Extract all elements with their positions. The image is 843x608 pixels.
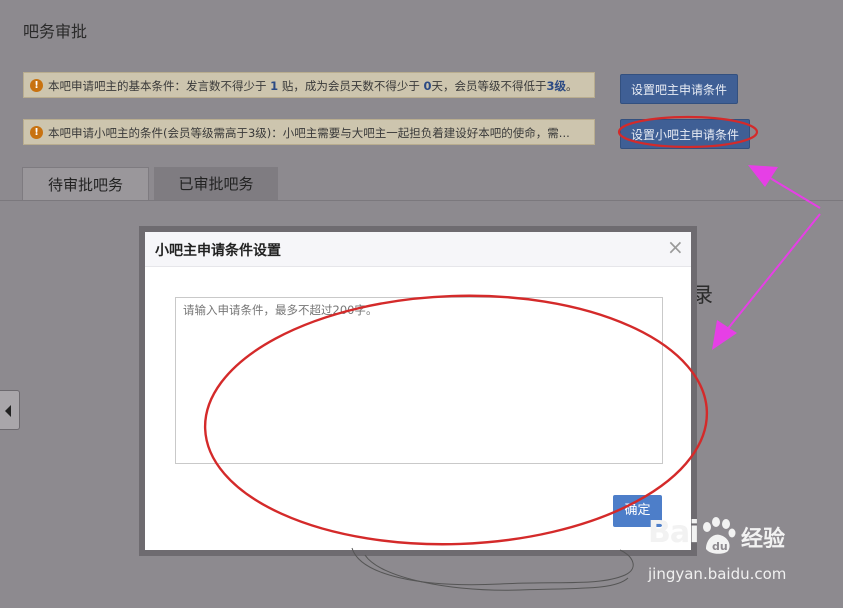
set-owner-conditions-button[interactable]: 设置吧主申请条件 <box>620 74 738 104</box>
watermark-brand-cn: 经验 <box>741 527 786 552</box>
baidu-jingyan-watermark: Bai du 经验 jingyan.baidu.com <box>648 515 838 595</box>
warning-icon: ! <box>30 79 43 92</box>
warning-icon: ! <box>30 126 43 139</box>
small-owner-conditions-dialog: 小吧主申请条件设置 × 确定 <box>145 232 691 550</box>
set-small-owner-conditions-button[interactable]: 设置小吧主申请条件 <box>620 119 750 149</box>
tab-divider <box>0 200 843 201</box>
arrow-line-to-dialog <box>721 213 821 337</box>
watermark-url: jingyan.baidu.com <box>648 565 787 583</box>
page-title: 吧务审批 <box>23 22 88 41</box>
small-owner-conditions-notice: ! 本吧申请小吧主的条件(会员等级需高于3级)：小吧主需要与大吧主一起担负着建设… <box>23 119 595 145</box>
close-icon[interactable]: × <box>667 237 684 257</box>
page: 吧务审批 ! 本吧申请吧主的基本条件：发言数不得少于 1 贴，成为会员天数不得少… <box>0 0 843 608</box>
owner-conditions-notice: ! 本吧申请吧主的基本条件：发言数不得少于 1 贴，成为会员天数不得少于 0天，… <box>23 72 595 98</box>
arrow-head-to-button <box>748 165 778 187</box>
tab-pending[interactable]: 待审批吧务 <box>22 167 149 201</box>
dialog-header: 小吧主申请条件设置 × <box>145 232 691 267</box>
collapse-left-arrow-icon[interactable] <box>0 390 20 430</box>
arrow-line-to-button <box>759 171 821 209</box>
conditions-textarea[interactable] <box>175 297 663 464</box>
arrow-head-to-dialog <box>712 320 737 350</box>
svg-text:du: du <box>712 540 728 553</box>
dialog-title: 小吧主申请条件设置 <box>155 243 281 259</box>
background-scribble <box>364 554 629 591</box>
watermark-brand: Bai <box>648 515 699 550</box>
baidu-paw-icon: du <box>703 517 736 554</box>
tab-approved[interactable]: 已审批吧务 <box>154 167 278 201</box>
